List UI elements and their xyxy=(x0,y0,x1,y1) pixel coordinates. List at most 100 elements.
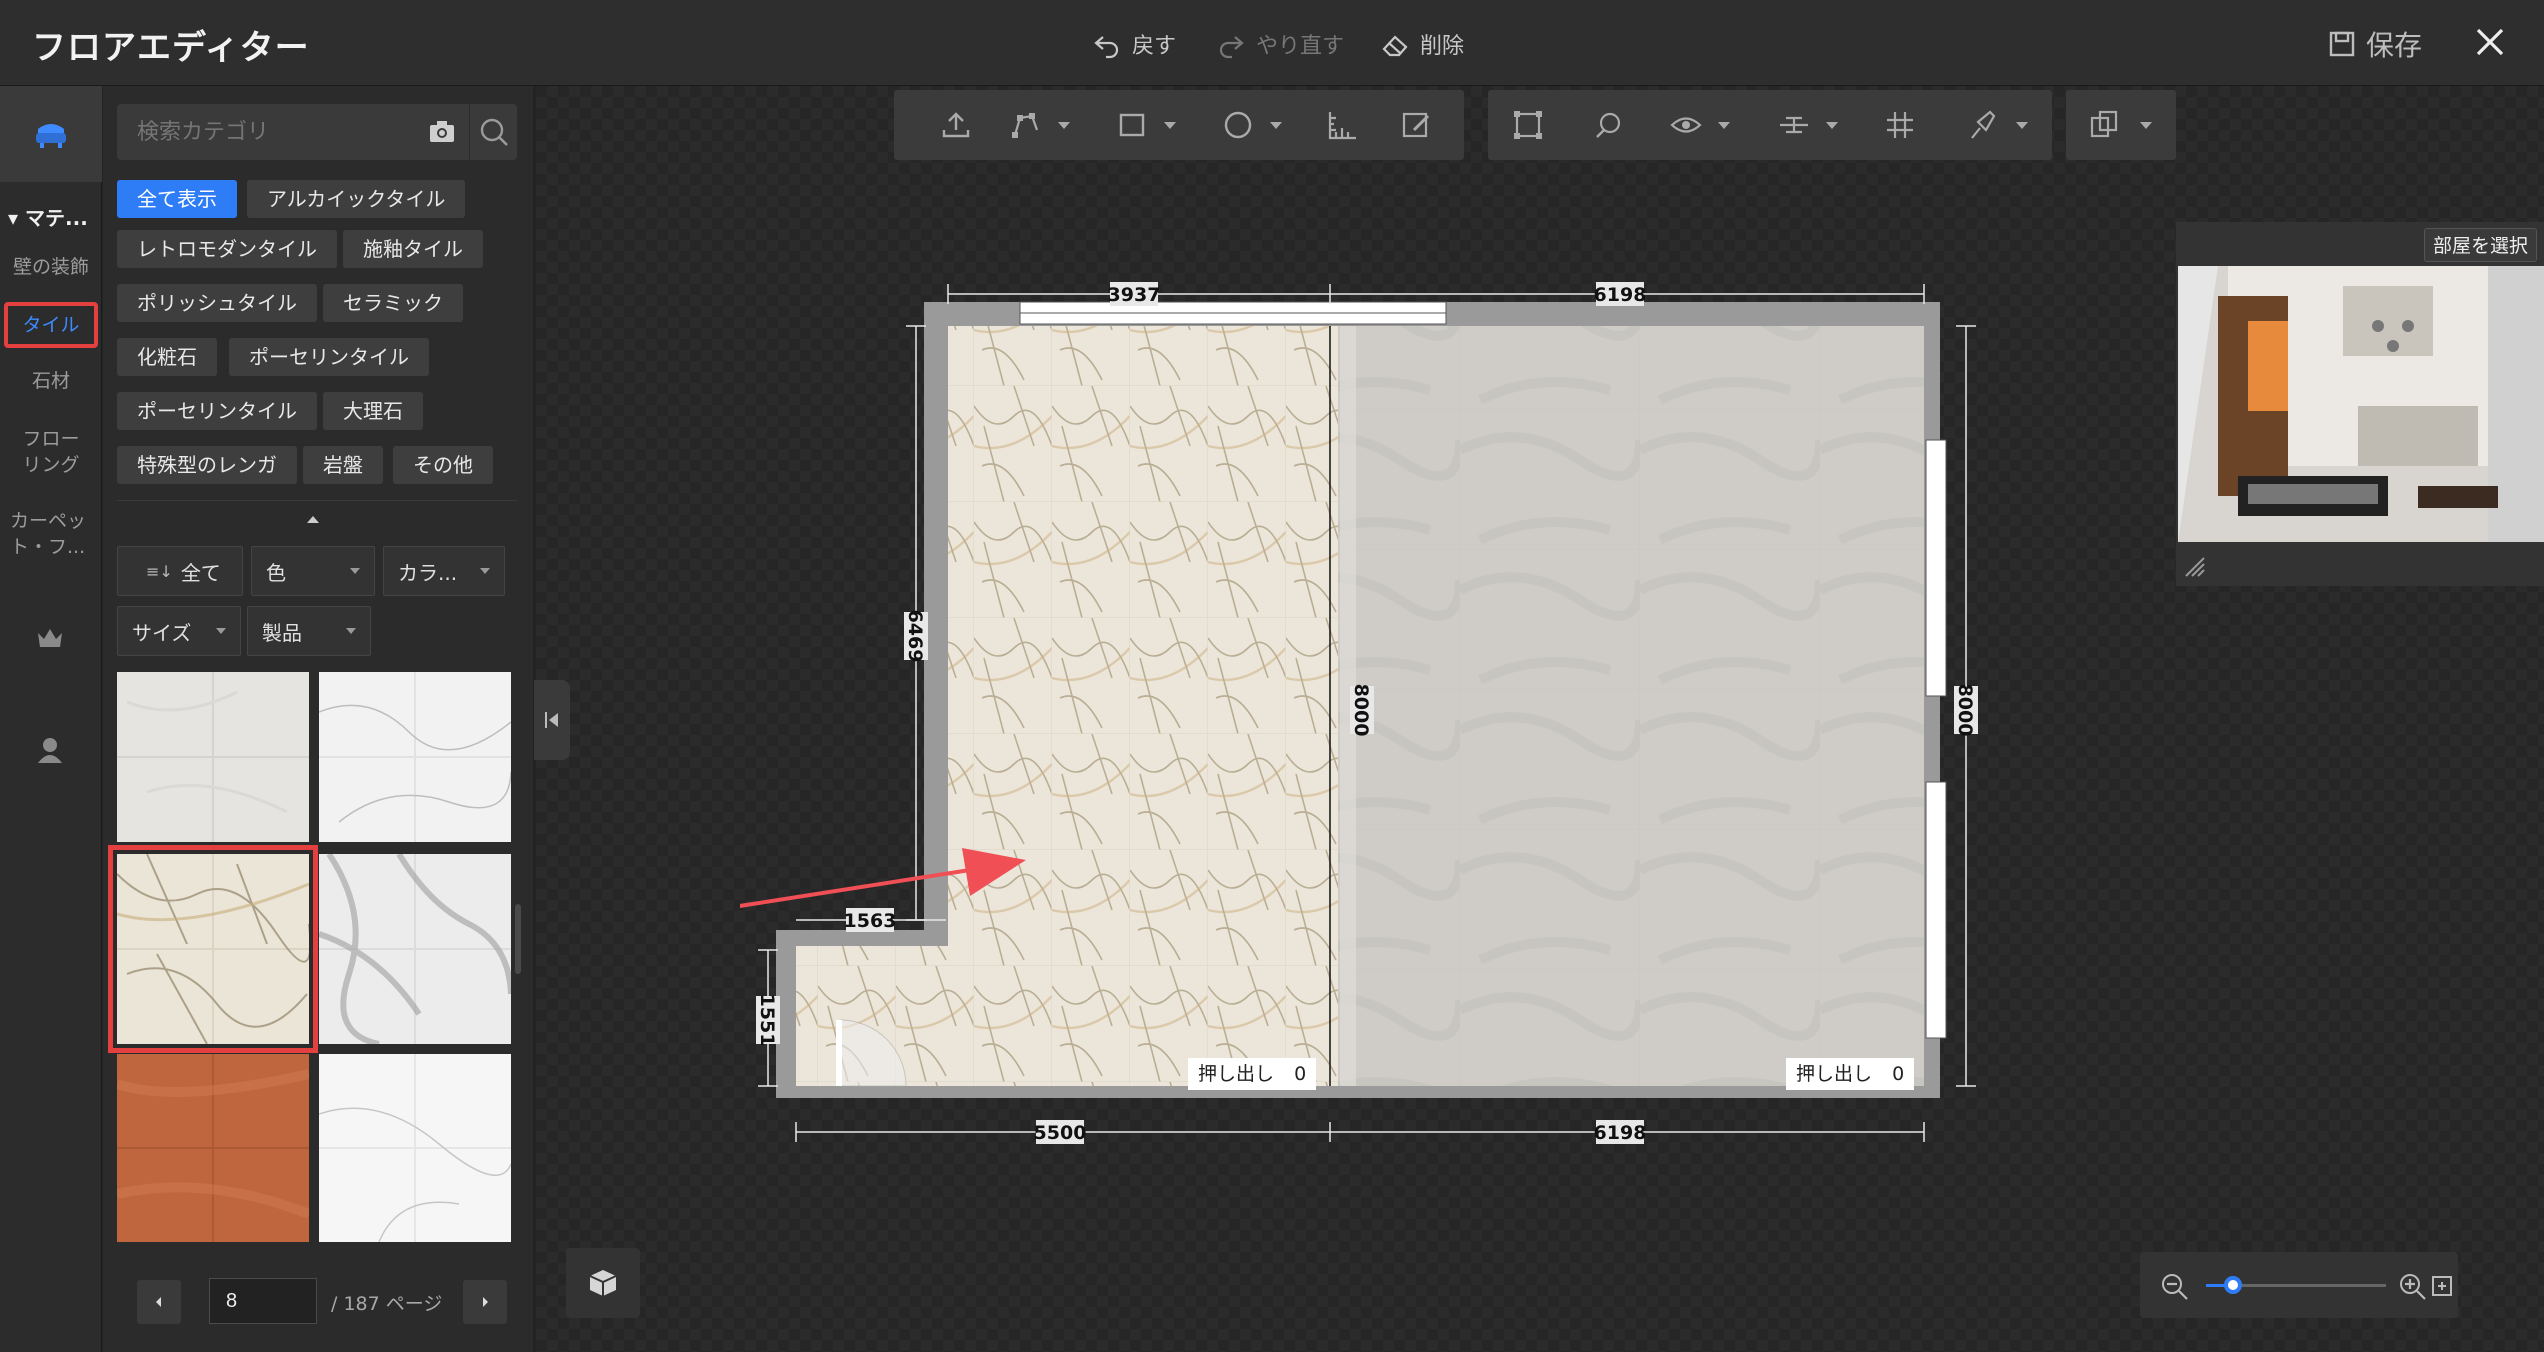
search-icon xyxy=(480,118,508,146)
panel-collapse-toggle[interactable] xyxy=(534,680,570,760)
view-3d-button[interactable] xyxy=(566,1248,640,1318)
pagination: / 187 ページ xyxy=(117,1272,517,1332)
chip-porcelain-tile[interactable]: ポーセリンタイル xyxy=(229,338,429,376)
grid-icon[interactable] xyxy=(1884,110,1916,140)
chip-retro-modern-tile[interactable]: レトロモダンタイル xyxy=(117,230,337,268)
chip-ceramic[interactable]: セラミック xyxy=(323,284,463,322)
collapse-panel-icon xyxy=(545,712,558,728)
rail-item-flooring[interactable]: フローリング xyxy=(4,426,98,478)
dim-bottom-left: 5500 xyxy=(1034,1122,1087,1144)
floor-plan[interactable]: 3937 6198 5500 6198 1563 6469 1551 8000 xyxy=(740,270,1990,1170)
rail-item-stone[interactable]: 石材 xyxy=(4,368,98,394)
tile-thumbnail-white-marble[interactable] xyxy=(319,672,511,842)
next-page-button[interactable] xyxy=(463,1280,507,1324)
tile-thumbnail-grey-veined[interactable] xyxy=(319,854,511,1044)
chevron-down-icon[interactable] xyxy=(1826,122,1838,129)
camera-icon[interactable] xyxy=(427,117,457,147)
chip-glazed-tile[interactable]: 施釉タイル xyxy=(343,230,483,268)
chevron-down-icon[interactable] xyxy=(2016,122,2028,129)
sort-filter[interactable]: ≡↓ 全て xyxy=(117,546,243,596)
eraser-icon xyxy=(1382,35,1408,57)
size-filter[interactable]: サイズ xyxy=(117,606,241,656)
title-bar: フロアエディター 戻す やり直す 削除 保存 xyxy=(0,0,2544,86)
align-icon[interactable] xyxy=(1778,110,1810,140)
zoom-slider-knob[interactable] xyxy=(2224,1276,2242,1294)
extrude-field-left[interactable]: 押し出し 0 xyxy=(1188,1058,1317,1090)
rectangle-icon[interactable] xyxy=(1116,110,1148,140)
chip-decorative-stone[interactable]: 化粧石 xyxy=(117,338,217,376)
chevron-down-icon[interactable] xyxy=(1164,122,1176,129)
product-filter[interactable]: 製品 xyxy=(247,606,371,656)
fit-view-icon[interactable] xyxy=(2430,1274,2454,1298)
account-button[interactable] xyxy=(28,728,72,772)
undo-label: 戻す xyxy=(1132,34,1177,59)
chip-porcelain-tile-2[interactable]: ポーセリンタイル xyxy=(117,392,317,430)
dim-right: 8000 xyxy=(1954,684,1976,737)
select-area-icon[interactable] xyxy=(1512,110,1544,140)
collection-filter[interactable]: カラ... xyxy=(383,546,505,596)
undo-icon xyxy=(1094,36,1119,59)
search-input[interactable] xyxy=(117,104,417,160)
resize-handle-icon[interactable] xyxy=(2182,554,2208,580)
page-number-input[interactable] xyxy=(209,1278,317,1324)
premium-button[interactable] xyxy=(28,616,72,660)
copy-layer-icon[interactable] xyxy=(2088,110,2120,140)
paint-brush-icon[interactable] xyxy=(1966,110,1998,140)
draw-polyline-icon[interactable] xyxy=(1010,110,1042,140)
window-right-lower[interactable] xyxy=(1925,781,1947,1039)
chevron-down-icon[interactable] xyxy=(1270,122,1282,129)
tile-thumbnail-light-grey[interactable] xyxy=(117,672,309,842)
save-button[interactable]: 保存 xyxy=(2328,24,2422,64)
eye-icon[interactable] xyxy=(1670,110,1702,140)
undo-button[interactable]: 戻す xyxy=(1092,26,1176,62)
chevron-down-icon[interactable] xyxy=(2140,122,2152,129)
dim-inner: 8000 xyxy=(1350,684,1372,737)
extrude-field-right[interactable]: 押し出し 0 xyxy=(1786,1058,1915,1090)
category-header[interactable]: ▾ マテ... xyxy=(8,202,88,231)
toolbar-group-view xyxy=(1488,90,2052,160)
circle-icon[interactable] xyxy=(1222,110,1254,140)
chip-all[interactable]: 全て表示 xyxy=(117,180,237,218)
zoom-out-icon[interactable] xyxy=(2160,1272,2190,1302)
chevron-down-icon[interactable] xyxy=(1058,122,1070,129)
redo-button[interactable]: やり直す xyxy=(1216,26,1344,62)
select-room-button[interactable]: 部屋を選択 xyxy=(2424,228,2538,262)
close-button[interactable] xyxy=(2470,22,2510,62)
wall-measure-icon[interactable] xyxy=(1326,110,1358,140)
edit-area-icon[interactable] xyxy=(1400,110,1432,140)
chip-rock[interactable]: 岩盤 xyxy=(303,446,383,484)
chip-other[interactable]: その他 xyxy=(393,446,493,484)
chevron-down-icon[interactable] xyxy=(1718,122,1730,129)
delete-button[interactable]: 削除 xyxy=(1380,26,1464,62)
save-icon xyxy=(2329,31,2355,57)
chip-special-brick[interactable]: 特殊型のレンガ xyxy=(117,446,297,484)
color-filter[interactable]: 色 xyxy=(251,546,375,596)
search-button[interactable] xyxy=(469,104,517,160)
tile-thumbnail-terracotta[interactable] xyxy=(117,1054,309,1242)
cube-icon xyxy=(589,1270,617,1296)
dim-notch: 1563 xyxy=(844,910,897,932)
rotate-area-icon[interactable] xyxy=(1592,110,1624,140)
chip-archaic-tile[interactable]: アルカイックタイル xyxy=(247,180,466,218)
zoom-in-icon[interactable] xyxy=(2398,1272,2428,1302)
tile-thumbnail-white-marble-2[interactable] xyxy=(319,1054,511,1242)
window-right-upper[interactable] xyxy=(1925,439,1947,697)
chip-marble[interactable]: 大理石 xyxy=(323,392,423,430)
zoom-slider[interactable] xyxy=(2206,1276,2386,1294)
floor-area-grey[interactable] xyxy=(1338,326,1924,1086)
dim-top-right: 6198 xyxy=(1594,284,1647,306)
tile-thumbnail-calacatta-gold[interactable] xyxy=(108,845,318,1053)
floor-area-marble-upper[interactable] xyxy=(948,326,1338,946)
rail-item-carpet[interactable]: カーペット・フ... xyxy=(4,508,98,560)
rail-item-wall[interactable]: 壁の装飾 xyxy=(4,254,98,280)
prev-page-button[interactable] xyxy=(137,1280,181,1324)
app-title: フロアエディター xyxy=(32,28,310,68)
material-tab[interactable] xyxy=(0,86,102,182)
toolbar-group-layers xyxy=(2066,90,2176,160)
upload-icon[interactable] xyxy=(940,110,972,140)
rail-item-tile[interactable]: タイル xyxy=(4,302,98,348)
chip-polished-tile[interactable]: ポリッシュタイル xyxy=(117,284,317,322)
chevron-down-icon xyxy=(346,628,356,634)
thumbnail-scrollbar[interactable] xyxy=(515,904,521,974)
collapse-chips-icon[interactable] xyxy=(307,516,319,523)
